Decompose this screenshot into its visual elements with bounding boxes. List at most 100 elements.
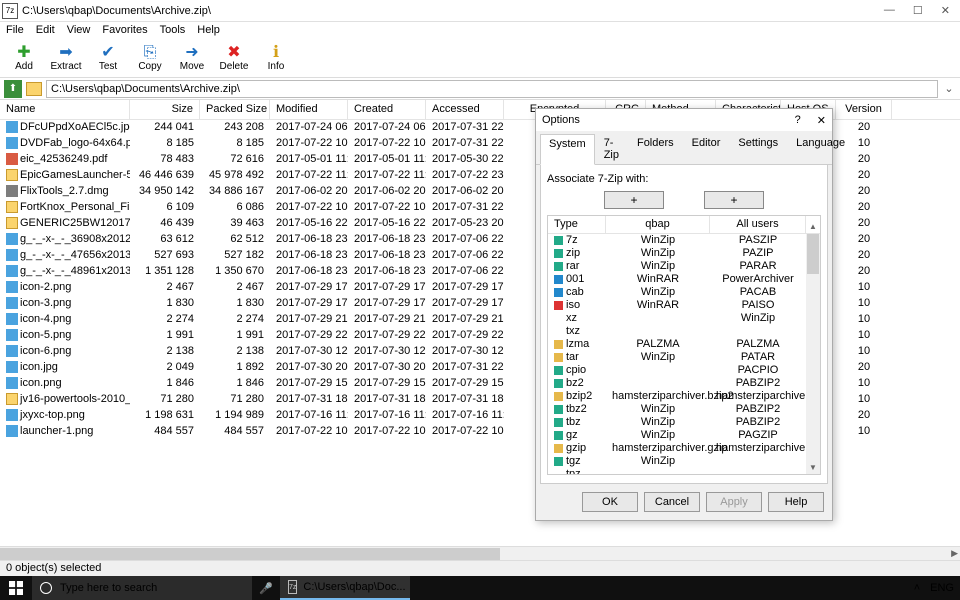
file-type-icon bbox=[6, 137, 18, 149]
maximize-button[interactable]: ☐ bbox=[913, 4, 923, 17]
windows-logo-icon bbox=[9, 581, 23, 595]
taskbar-app-7zip[interactable]: 7z C:\Users\qbap\Doc... bbox=[280, 576, 410, 600]
ext-row[interactable]: gzWinZipPAGZIP bbox=[548, 429, 820, 442]
col-size[interactable]: Size bbox=[130, 100, 200, 119]
ext-col-all[interactable]: All users bbox=[710, 216, 806, 233]
ext-icon bbox=[554, 379, 563, 388]
plus-all-button[interactable]: + bbox=[704, 191, 764, 209]
col-name[interactable]: Name bbox=[0, 100, 130, 119]
ext-row[interactable]: cabWinZipPACAB bbox=[548, 286, 820, 299]
tab-zip[interactable]: 7-Zip bbox=[595, 133, 628, 164]
add-button[interactable]: ✚Add bbox=[8, 42, 40, 75]
menu-favorites[interactable]: Favorites bbox=[102, 24, 147, 38]
menu-help[interactable]: Help bbox=[197, 24, 220, 38]
ext-row[interactable]: bzip2hamsterziparchiver.bzip2hamsterzipa… bbox=[548, 390, 820, 403]
ext-row[interactable]: txz bbox=[548, 325, 820, 338]
ext-row[interactable]: cpioPACPIO bbox=[548, 364, 820, 377]
ext-icon bbox=[554, 366, 563, 375]
tray-chevron-icon[interactable]: ˄ bbox=[914, 582, 920, 594]
extract-button[interactable]: ➡Extract bbox=[50, 42, 82, 75]
start-button[interactable] bbox=[0, 581, 32, 595]
ext-row[interactable]: 001WinRARPowerArchiver bbox=[548, 273, 820, 286]
test-icon: ✔ bbox=[101, 45, 114, 61]
ext-row[interactable]: tpz bbox=[548, 468, 820, 474]
copy-button[interactable]: ⎘Copy bbox=[134, 42, 166, 75]
delete-button[interactable]: ✖Delete bbox=[218, 42, 250, 75]
ext-row[interactable]: gziphamsterziparchiver.gziphamsterziparc… bbox=[548, 442, 820, 455]
up-button[interactable]: ⬆ bbox=[4, 80, 22, 98]
cancel-button[interactable]: Cancel bbox=[644, 492, 700, 512]
menu-edit[interactable]: Edit bbox=[36, 24, 55, 38]
file-type-icon bbox=[6, 233, 18, 245]
ext-row[interactable]: tbz2WinZipPABZIP2 bbox=[548, 403, 820, 416]
address-dropdown[interactable]: ⌄ bbox=[942, 82, 956, 95]
tab-settings[interactable]: Settings bbox=[729, 133, 787, 164]
ext-row[interactable]: isoWinRARPAISO bbox=[548, 299, 820, 312]
tab-folders[interactable]: Folders bbox=[628, 133, 683, 164]
help-button[interactable]: Help bbox=[768, 492, 824, 512]
col-created[interactable]: Created bbox=[348, 100, 426, 119]
col-modified[interactable]: Modified bbox=[270, 100, 348, 119]
status-bar: 0 object(s) selected bbox=[0, 560, 960, 576]
scroll-right-icon[interactable]: ▶ bbox=[951, 548, 958, 559]
plus-user-button[interactable]: + bbox=[604, 191, 664, 209]
ext-row[interactable]: tarWinZipPATAR bbox=[548, 351, 820, 364]
tab-language[interactable]: Language bbox=[787, 133, 854, 164]
search-placeholder: Type here to search bbox=[60, 582, 157, 594]
dialog-close-button[interactable]: ✕ bbox=[817, 114, 826, 127]
ext-row[interactable]: bz2PABZIP2 bbox=[548, 377, 820, 390]
toolbar: ✚Add ➡Extract ✔Test ⎘Copy ➜Move ✖Delete ℹInfo bbox=[0, 40, 960, 78]
ext-icon bbox=[554, 249, 563, 258]
dialog-tabs: System7-ZipFoldersEditorSettingsLanguage bbox=[536, 131, 832, 165]
taskbar-search[interactable]: Type here to search bbox=[32, 576, 252, 600]
file-type-icon bbox=[6, 281, 18, 293]
move-button[interactable]: ➜Move bbox=[176, 42, 208, 75]
col-accessed[interactable]: Accessed bbox=[426, 100, 504, 119]
file-type-icon bbox=[6, 393, 18, 405]
app-taskbar-icon: 7z bbox=[288, 580, 297, 594]
address-input[interactable] bbox=[46, 80, 938, 98]
scroll-up-icon[interactable]: ▲ bbox=[809, 222, 817, 231]
dialog-help-button[interactable]: ? bbox=[795, 114, 801, 126]
tray-language[interactable]: ENG bbox=[930, 582, 954, 594]
ext-icon bbox=[554, 327, 563, 336]
ext-row[interactable]: zipWinZipPAZIP bbox=[548, 247, 820, 260]
file-type-icon bbox=[6, 265, 18, 277]
file-type-icon bbox=[6, 377, 18, 389]
col-packed-size[interactable]: Packed Size bbox=[200, 100, 270, 119]
ext-row[interactable]: rarWinZipPARAR bbox=[548, 260, 820, 273]
ext-row[interactable]: tbzWinZipPABZIP2 bbox=[548, 416, 820, 429]
tab-editor[interactable]: Editor bbox=[683, 133, 730, 164]
ext-row[interactable]: tgzWinZip bbox=[548, 455, 820, 468]
system-tray[interactable]: ˄ ENG bbox=[914, 582, 960, 594]
ok-button[interactable]: OK bbox=[582, 492, 638, 512]
menu-tools[interactable]: Tools bbox=[160, 24, 186, 38]
apply-button[interactable]: Apply bbox=[706, 492, 762, 512]
menu-view[interactable]: View bbox=[67, 24, 91, 38]
ext-row[interactable]: lzmaPALZMAPALZMA bbox=[548, 338, 820, 351]
ext-col-user[interactable]: qbap bbox=[606, 216, 710, 233]
ext-icon bbox=[554, 340, 563, 349]
ext-row[interactable]: xzWinZip bbox=[548, 312, 820, 325]
minimize-button[interactable]: — bbox=[884, 4, 895, 17]
close-button[interactable]: ✕ bbox=[941, 4, 950, 17]
menu-file[interactable]: File bbox=[6, 24, 24, 38]
ext-scrollbar[interactable]: ▲ ▼ bbox=[806, 234, 820, 474]
mic-button[interactable]: 🎤 bbox=[252, 582, 280, 595]
file-type-icon bbox=[6, 217, 18, 229]
menubar: File Edit View Favorites Tools Help bbox=[0, 22, 960, 40]
ext-scrollbar-thumb[interactable] bbox=[807, 234, 819, 274]
file-type-icon bbox=[6, 249, 18, 261]
ext-row[interactable]: 7zWinZipPASZIP bbox=[548, 234, 820, 247]
tab-system[interactable]: System bbox=[540, 134, 595, 165]
file-type-icon bbox=[6, 121, 18, 133]
test-button[interactable]: ✔Test bbox=[92, 42, 124, 75]
ext-icon bbox=[554, 262, 563, 271]
ext-col-type[interactable]: Type bbox=[548, 216, 606, 233]
dialog-title: Options bbox=[542, 114, 580, 126]
move-icon: ➜ bbox=[185, 45, 198, 61]
window-title: C:\Users\qbap\Documents\Archive.zip\ bbox=[22, 5, 884, 17]
col-version[interactable]: Version bbox=[836, 100, 892, 119]
scroll-down-icon[interactable]: ▼ bbox=[809, 463, 817, 472]
info-button[interactable]: ℹInfo bbox=[260, 42, 292, 75]
